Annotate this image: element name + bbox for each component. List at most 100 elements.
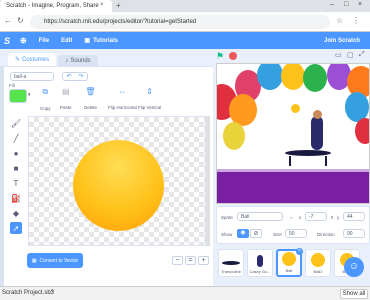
sprite-thumb-label: Casey Go...: [249, 269, 271, 274]
globe-icon[interactable]: ⊕: [20, 36, 27, 45]
flip-horizontal-button[interactable]: ⇔ Flip Horizontal: [108, 87, 137, 114]
stage-floor: [217, 171, 369, 203]
floor-edge: [217, 169, 369, 172]
show-hidden-toggle[interactable]: ⊘: [250, 229, 262, 238]
text-tool-icon[interactable]: T: [10, 177, 22, 189]
maximize-button[interactable]: □: [344, 1, 348, 8]
reload-icon[interactable]: ↻: [17, 16, 24, 25]
zoom-out-button[interactable]: −: [172, 256, 183, 265]
new-tab-button[interactable]: +: [116, 1, 121, 10]
menu-tutorials[interactable]: Tutorials: [93, 38, 118, 44]
circle-tool-icon[interactable]: ●: [10, 147, 22, 159]
address-bar: ← ↻ https://scratch.mit.edu/projects/edi…: [0, 12, 370, 32]
eye-closed-icon: ⊘: [253, 231, 259, 237]
brush-tool-icon[interactable]: 🖌: [10, 117, 22, 129]
convert-to-vector-button[interactable]: ▦ Convert to Vector: [27, 253, 83, 268]
paint-icon: ▦: [31, 257, 37, 264]
ball-thumb-icon: [282, 252, 296, 266]
large-stage-icon[interactable]: ▢: [347, 51, 354, 59]
fill-dropdown-icon[interactable]: ▾: [28, 92, 31, 98]
casey-sprite[interactable]: [311, 116, 323, 150]
paste-button[interactable]: ▤ Paste: [60, 87, 72, 114]
star-icon[interactable]: ☆: [336, 16, 343, 25]
scratch-menu-bar: S ⊕ File Edit ▣ Tutorials Join Scratch: [0, 32, 370, 49]
url-field[interactable]: https://scratch.mit.edu/projects/editor/…: [30, 15, 330, 29]
join-scratch-link[interactable]: Join Scratch: [324, 38, 360, 44]
zoom-reset-button[interactable]: =: [185, 256, 196, 265]
delete-label: Delete: [84, 105, 98, 110]
eraser-tool-icon[interactable]: ◆: [10, 207, 22, 219]
delete-button[interactable]: 🗑 Delete: [84, 87, 97, 114]
green-flag-icon[interactable]: ⚑: [216, 51, 224, 62]
rectangle-tool-icon[interactable]: ■: [10, 162, 22, 174]
undo-redo-group: ↶ ↷: [62, 72, 88, 81]
flip-vertical-label: Flip Vertical: [138, 105, 162, 110]
browser-tab[interactable]: Scratch - Imagine, Program, Share: [0, 0, 112, 12]
direction-input[interactable]: 90: [343, 229, 365, 238]
y-input[interactable]: 44: [343, 212, 365, 221]
sprite-thumb-ball2[interactable]: Ball2: [305, 249, 331, 277]
back-icon[interactable]: ←: [4, 16, 12, 25]
sprite-thumbnails: Trampoline Casey Go... Ball× Ball2 Ball3: [218, 248, 360, 277]
x-input[interactable]: -7: [305, 212, 327, 221]
ball-sprite[interactable]: [291, 104, 300, 113]
speaker-icon: ♪: [65, 57, 69, 64]
size-input[interactable]: 50: [285, 229, 307, 238]
trash-icon: 🗑: [85, 87, 96, 96]
close-window-button[interactable]: ×: [358, 1, 362, 8]
sprite-thumb-casey[interactable]: Casey Go...: [247, 249, 273, 277]
tab-sounds[interactable]: ♪ Sounds: [58, 55, 98, 66]
menu-file[interactable]: File: [39, 38, 49, 44]
minimize-button[interactable]: –: [330, 1, 334, 8]
y-label: y: [337, 215, 340, 220]
stop-icon[interactable]: [229, 52, 237, 60]
undo-icon[interactable]: ↶: [66, 73, 71, 80]
redo-icon[interactable]: ↷: [78, 73, 83, 80]
y-value: 44: [347, 213, 353, 220]
tab-costumes[interactable]: ✎ Costumes: [8, 53, 56, 66]
balloon-lime: [223, 122, 245, 150]
flip-vertical-icon: ⇕: [146, 87, 153, 96]
ball2-thumb-icon: [311, 253, 325, 267]
line-tool-icon[interactable]: ╱: [10, 132, 22, 144]
zoom-in-button[interactable]: +: [198, 256, 209, 265]
copy-label: Copy: [40, 106, 51, 111]
small-stage-icon[interactable]: ▭: [335, 51, 342, 59]
fill-tool-icon[interactable]: ⛽: [10, 192, 22, 204]
menu-edit[interactable]: Edit: [61, 38, 72, 44]
add-sprite-button[interactable]: ☺: [344, 257, 364, 277]
flip-horizontal-label: Flip Horizontal: [108, 105, 137, 110]
download-bar: Scratch Project.sb3 ⌃ Show all: [0, 286, 370, 300]
stage-header: ⚑ ▭ ▢ ⤢: [213, 49, 370, 63]
canvas-scrollbar[interactable]: [206, 116, 210, 246]
size-value: 50: [289, 230, 295, 237]
copy-button[interactable]: ⧉ Copy: [40, 87, 51, 115]
sprite-name-input[interactable]: Ball: [237, 212, 283, 221]
fullscreen-icon[interactable]: ⤢: [359, 51, 365, 59]
fill-color-swatch[interactable]: [9, 89, 27, 103]
show-all-button[interactable]: Show all: [340, 289, 368, 299]
download-file-name[interactable]: Scratch Project.sb3: [2, 290, 54, 296]
stage[interactable]: [216, 63, 370, 204]
convert-label: Convert to Vector: [39, 257, 79, 264]
show-visible-toggle[interactable]: ◉: [237, 229, 249, 238]
flip-vertical-button[interactable]: ⇕ Flip Vertical: [138, 87, 161, 114]
select-tool-icon[interactable]: ➚: [10, 222, 22, 234]
balloon-yellow: [281, 64, 305, 90]
url-text: https://scratch.mit.edu/projects/editor/…: [44, 19, 197, 25]
ball-costume-image[interactable]: [73, 140, 164, 231]
sprite-thumb-label: Trampoline: [221, 269, 241, 274]
sprite-list: Trampoline Casey Go... Ball× Ball2 Ball3…: [216, 245, 370, 286]
download-menu-icon[interactable]: ⌃: [50, 289, 55, 296]
eye-icon: ◉: [240, 230, 246, 236]
brush-icon: ✎: [14, 57, 20, 63]
sprite-info-panel: Sprite Ball ⇔ x -7 ⇕ y 44 Show ◉ ⊘ Size …: [216, 206, 370, 244]
menu-icon[interactable]: ⋮: [352, 16, 360, 25]
sprite-thumb-trampoline[interactable]: Trampoline: [218, 249, 244, 277]
scratch-logo[interactable]: S: [4, 36, 10, 46]
delete-sprite-icon[interactable]: ×: [296, 248, 303, 255]
costume-name-input[interactable]: ball-a: [10, 72, 54, 81]
tab-sounds-label: Sounds: [70, 57, 91, 64]
tab-close-icon[interactable]: ×: [100, 2, 104, 8]
sprite-thumb-ball[interactable]: Ball ×: [276, 248, 303, 277]
